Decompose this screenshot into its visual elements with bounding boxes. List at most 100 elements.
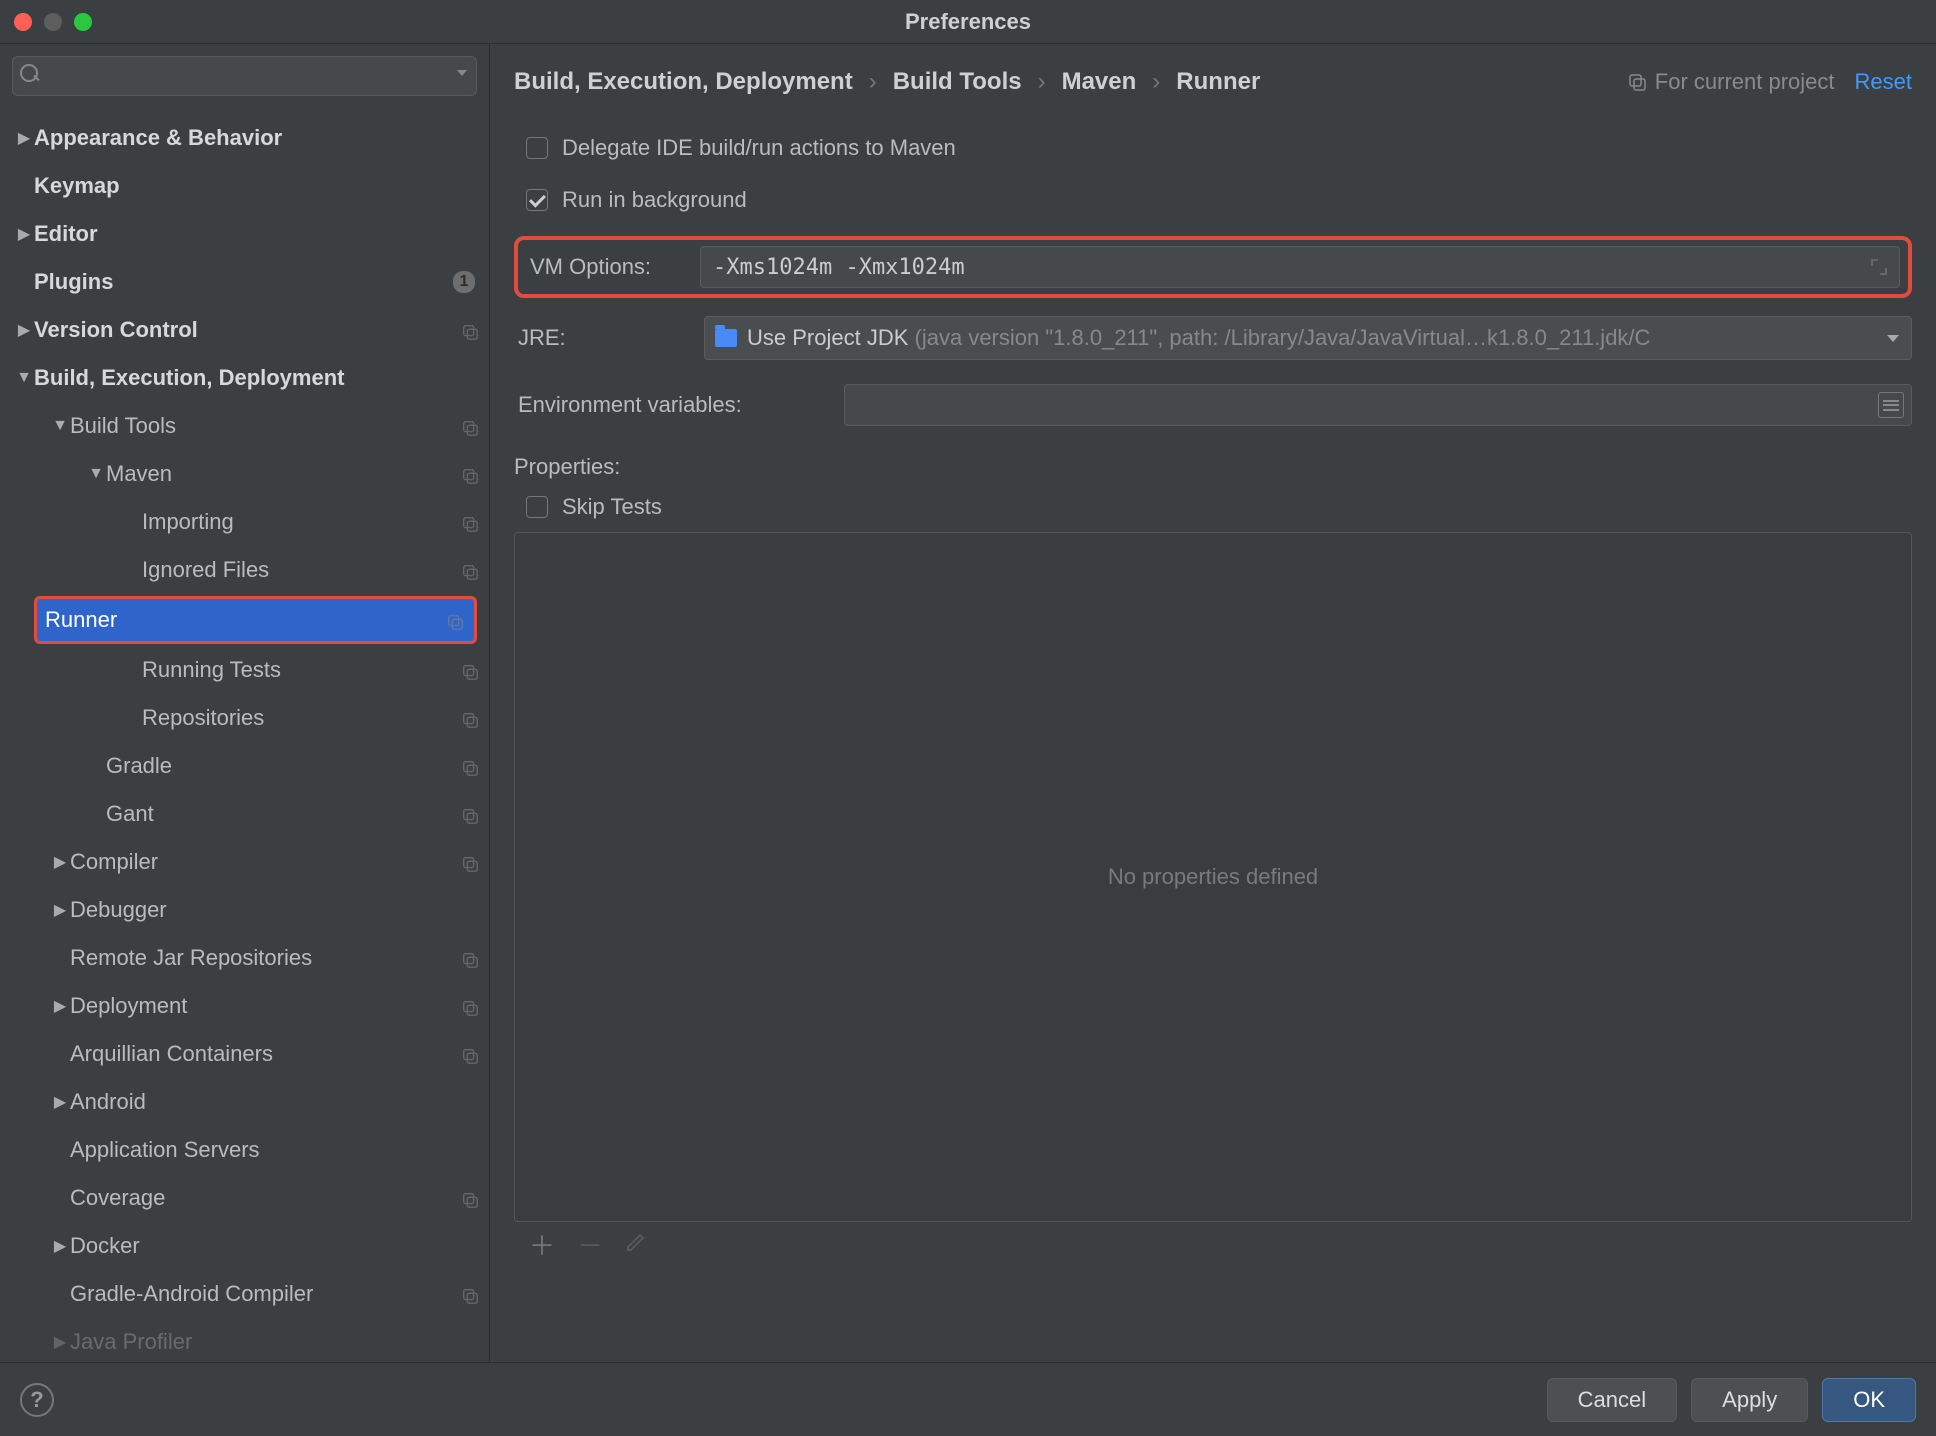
tree-label: Repositories [142, 705, 455, 731]
chevron-right-icon[interactable]: ▶ [50, 1332, 70, 1352]
tree-label: Deployment [70, 993, 455, 1019]
tree-label: Arquillian Containers [70, 1041, 455, 1067]
chevron-right-icon[interactable]: ▶ [14, 128, 34, 148]
crumb[interactable]: Maven [1062, 68, 1137, 96]
tree-item-gant[interactable]: Gant [0, 790, 489, 838]
tree-item-keymap[interactable]: Keymap [0, 162, 489, 210]
tree-item-application-servers[interactable]: Application Servers [0, 1126, 489, 1174]
tree-item-coverage[interactable]: Coverage [0, 1174, 489, 1222]
tree-item-gradle[interactable]: Gradle [0, 742, 489, 790]
tree-item-compiler[interactable]: ▶Compiler [0, 838, 489, 886]
chevron-down-icon [1887, 335, 1899, 342]
tree-item-remote-jar-repositories[interactable]: Remote Jar Repositories [0, 934, 489, 982]
tree-item-gradle-android-compiler[interactable]: Gradle-Android Compiler [0, 1270, 489, 1318]
tree-label: Version Control [34, 317, 455, 343]
chevron-down-icon[interactable]: ▼ [14, 369, 34, 387]
project-scope-icon [461, 1189, 479, 1207]
project-scope-icon [461, 1285, 479, 1303]
tree-item-ignored-files[interactable]: Ignored Files [0, 546, 489, 594]
crumb-separator: › [1152, 68, 1160, 96]
tree-item-repositories[interactable]: Repositories [0, 694, 489, 742]
chevron-down-icon[interactable]: ▼ [50, 417, 70, 435]
tree-item-java-profiler[interactable]: ▶Java Profiler [0, 1318, 489, 1362]
chevron-right-icon[interactable]: ▶ [50, 900, 70, 920]
tree-label: Docker [70, 1233, 479, 1259]
runbg-checkbox-row[interactable]: Run in background [514, 174, 1912, 226]
tree-label: Gradle [106, 753, 455, 779]
properties-toolbar: ＋ － [515, 1221, 1911, 1267]
skip-tests-row[interactable]: Skip Tests [514, 488, 1912, 526]
tree-label: Application Servers [70, 1137, 479, 1163]
project-scope-icon [461, 561, 479, 579]
close-window-icon[interactable] [14, 13, 32, 31]
properties-empty-text: No properties defined [1108, 864, 1318, 890]
env-row: Environment variables: [514, 384, 1912, 426]
window-title: Preferences [0, 9, 1936, 35]
tree-item-deployment[interactable]: ▶Deployment [0, 982, 489, 1030]
chevron-down-icon[interactable]: ▼ [86, 465, 106, 483]
tree-label: Importing [142, 509, 455, 535]
runbg-label: Run in background [562, 187, 747, 213]
tree-item-plugins[interactable]: Plugins1 [0, 258, 489, 306]
reset-link[interactable]: Reset [1855, 69, 1912, 95]
chevron-right-icon[interactable]: ▶ [14, 224, 34, 244]
settings-tree: ▶Appearance & Behavior Keymap ▶EditorPlugi… [0, 108, 489, 1362]
chevron-right-icon[interactable]: ▶ [50, 852, 70, 872]
project-scope-icon [461, 321, 479, 339]
chevron-right-icon[interactable]: ▶ [50, 1236, 70, 1256]
tree-item-runner[interactable]: Runner [34, 596, 477, 644]
vm-options-row: VM Options: [514, 236, 1912, 298]
minimize-window-icon[interactable] [44, 13, 62, 31]
tree-item-build-execution-deployment[interactable]: ▼Build, Execution, Deployment [0, 354, 489, 402]
vm-options-input[interactable] [700, 246, 1900, 288]
tree-item-importing[interactable]: Importing [0, 498, 489, 546]
tree-item-running-tests[interactable]: Running Tests [0, 646, 489, 694]
list-icon[interactable] [1878, 392, 1904, 418]
tree-item-editor[interactable]: ▶Editor [0, 210, 489, 258]
project-scope-icon [446, 611, 464, 629]
tree-item-arquillian-containers[interactable]: Arquillian Containers [0, 1030, 489, 1078]
project-scope-icon [461, 465, 479, 483]
chevron-right-icon[interactable]: ▶ [50, 1092, 70, 1112]
chevron-right-icon[interactable]: ▶ [14, 320, 34, 340]
tree-label: Java Profiler [70, 1329, 479, 1355]
jre-select[interactable]: Use Project JDK (java version "1.8.0_211… [704, 316, 1912, 360]
project-scope-icon [461, 513, 479, 531]
tree-label: Ignored Files [142, 557, 455, 583]
tree-item-appearance-behavior[interactable]: ▶Appearance & Behavior [0, 114, 489, 162]
footer: ? Cancel Apply OK [0, 1362, 1936, 1436]
skip-tests-label: Skip Tests [562, 494, 662, 520]
delegate-checkbox-row[interactable]: Delegate IDE build/run actions to Maven [514, 122, 1912, 174]
project-scope-icon [461, 805, 479, 823]
project-scope-icon [461, 853, 479, 871]
search-input[interactable] [12, 56, 477, 96]
crumb[interactable]: Build Tools [893, 68, 1022, 96]
tree-item-docker[interactable]: ▶Docker [0, 1222, 489, 1270]
tree-item-version-control[interactable]: ▶Version Control [0, 306, 489, 354]
tree-item-maven[interactable]: ▼Maven [0, 450, 489, 498]
search-dropdown-icon[interactable] [457, 70, 467, 76]
tree-item-build-tools[interactable]: ▼Build Tools [0, 402, 489, 450]
crumb[interactable]: Build, Execution, Deployment [514, 68, 853, 96]
env-input[interactable] [844, 384, 1912, 426]
sidebar: ▶Appearance & Behavior Keymap ▶EditorPlugi… [0, 44, 490, 1362]
help-button[interactable]: ? [20, 1383, 54, 1417]
delegate-checkbox[interactable] [526, 137, 548, 159]
add-button[interactable]: ＋ [529, 1226, 555, 1263]
cancel-button[interactable]: Cancel [1547, 1378, 1677, 1422]
apply-button[interactable]: Apply [1691, 1378, 1808, 1422]
tree-item-debugger[interactable]: ▶Debugger [0, 886, 489, 934]
expand-icon[interactable] [1868, 256, 1890, 278]
runbg-checkbox[interactable] [526, 189, 548, 211]
crumb[interactable]: Runner [1176, 68, 1260, 96]
scope-text: For current project [1655, 69, 1835, 95]
maximize-window-icon[interactable] [74, 13, 92, 31]
tree-item-android[interactable]: ▶Android [0, 1078, 489, 1126]
tree-label: Keymap [34, 173, 479, 199]
edit-button [625, 1229, 647, 1260]
ok-button[interactable]: OK [1822, 1378, 1916, 1422]
vm-options-label: VM Options: [526, 254, 700, 280]
skip-tests-checkbox[interactable] [526, 496, 548, 518]
tree-label: Android [70, 1089, 479, 1115]
chevron-right-icon[interactable]: ▶ [50, 996, 70, 1016]
